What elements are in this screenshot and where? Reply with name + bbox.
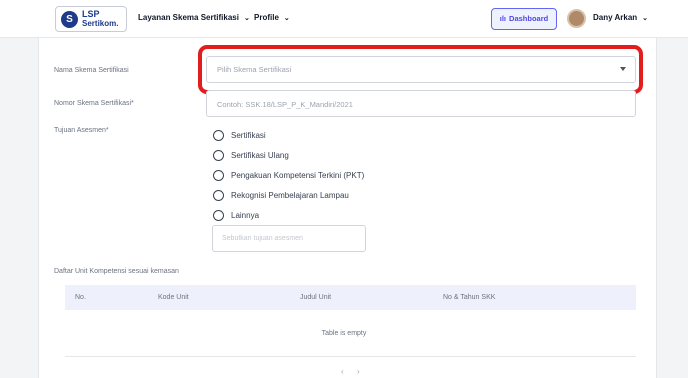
top-navbar: S LSP Sertikom. Layanan Skema Sertifikas… <box>0 0 688 38</box>
radio-circle-icon <box>213 190 224 201</box>
bar-chart-icon: ılı <box>499 14 507 23</box>
radio-circle-icon <box>213 130 224 141</box>
logo-text-bottom: Sertikom. <box>82 19 119 28</box>
radio-label: Sertifikasi <box>231 131 266 140</box>
lsp-logo[interactable]: S LSP Sertikom. <box>55 6 127 32</box>
table-divider <box>65 356 636 357</box>
nomor-skema-label: Nomor Skema Sertifikasi* <box>54 100 134 107</box>
menu-layanan-skema[interactable]: Layanan Skema Sertifikasi ⌄ <box>138 13 250 22</box>
lainnya-input[interactable]: Sebutkan tujuan asesmen <box>212 225 366 252</box>
column-header: No. <box>75 294 86 301</box>
radio-label: Rekognisi Pembelajaran Lampau <box>231 191 349 200</box>
menu-profile-label: Profile <box>254 13 279 22</box>
chevron-down-icon: ⌄ <box>642 15 649 22</box>
logo-text-top: LSP <box>82 9 100 19</box>
radio-label: Sertifikasi Ulang <box>231 151 289 160</box>
nomor-skema-input[interactable]: Contoh: SSK.18/LSP_P_K_Mandiri/2021 <box>206 90 636 117</box>
radio-circle-icon <box>213 150 224 161</box>
logo-mark-icon: S <box>61 11 78 28</box>
avatar[interactable] <box>567 9 586 28</box>
radio-label: Pengakuan Kompetensi Terkini (PKT) <box>231 171 365 180</box>
skema-label: Nama Skema Sertifikasi <box>54 67 129 74</box>
menu-layanan-label: Layanan Skema Sertifikasi <box>138 13 239 22</box>
radio-circle-icon <box>213 170 224 181</box>
highlight-box <box>198 45 643 94</box>
radio-label: Lainnya <box>231 211 260 220</box>
table-empty-message: Table is empty <box>321 330 367 337</box>
table-title: Daftar Unit Kompetensi sesuai kemasan <box>54 268 179 275</box>
pagination-prev-icon[interactable]: ‹ <box>341 367 344 376</box>
column-header: No & Tahun SKK <box>443 294 496 301</box>
menu-profile[interactable]: Profile ⌄ <box>254 13 290 22</box>
chevron-down-icon: ⌄ <box>283 15 290 22</box>
table-header: No. Kode Unit Judul Unit No & Tahun SKK <box>65 285 636 310</box>
dashboard-label: Dashboard <box>509 14 549 23</box>
dashboard-button[interactable]: ılı Dashboard <box>491 8 557 30</box>
lainnya-placeholder: Sebutkan tujuan asesmen <box>222 235 303 242</box>
nomor-skema-placeholder: Contoh: SSK.18/LSP_P_K_Mandiri/2021 <box>217 100 353 109</box>
chevron-down-icon: ⌄ <box>243 15 250 22</box>
pagination-next-icon[interactable]: › <box>357 367 360 376</box>
user-name-label: Dany Arkan <box>593 13 638 22</box>
column-header: Kode Unit <box>158 294 189 301</box>
column-header: Judul Unit <box>300 294 332 301</box>
radio-circle-icon <box>213 210 224 221</box>
user-menu[interactable]: Dany Arkan ⌄ <box>593 13 648 22</box>
tujuan-asesmen-label: Tujuan Asesmen* <box>54 127 109 134</box>
